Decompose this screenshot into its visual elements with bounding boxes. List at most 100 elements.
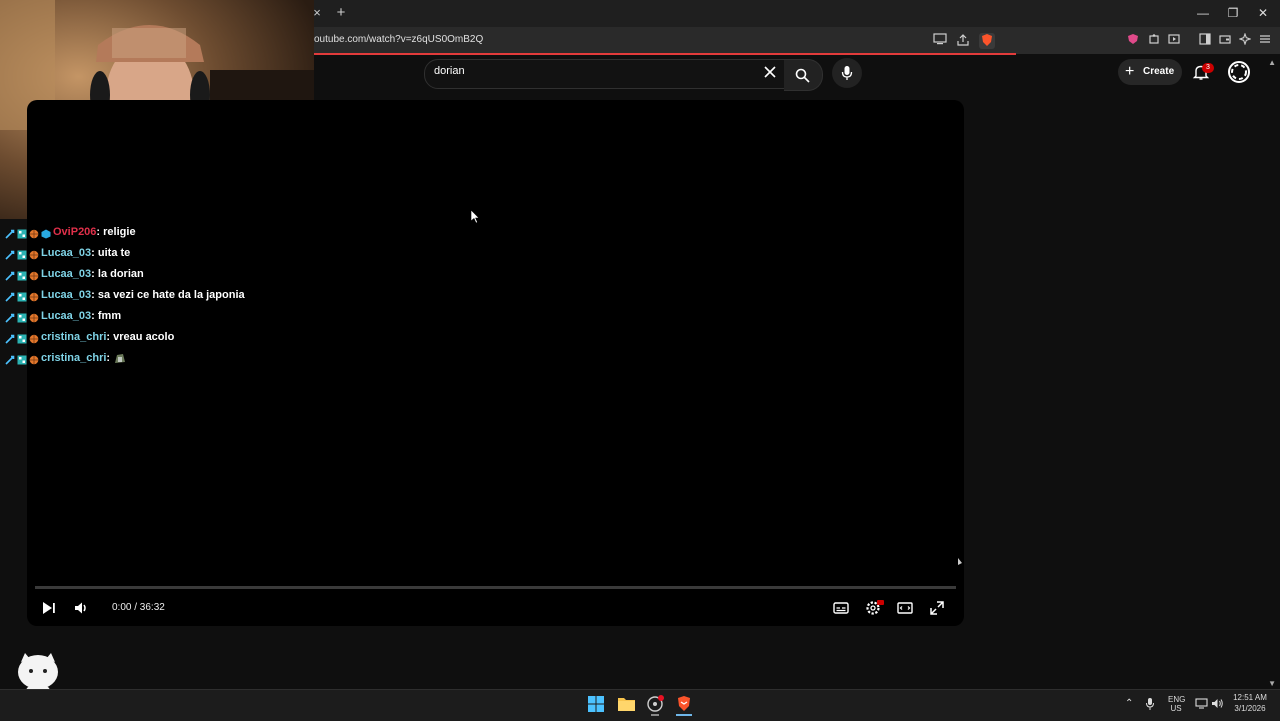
speaker-volume-icon[interactable] xyxy=(1211,697,1224,715)
video-player[interactable] xyxy=(27,100,964,626)
chat-separator: : xyxy=(91,289,98,301)
fullscreen-icon xyxy=(930,601,944,615)
chat-username: Lucaa_03 xyxy=(41,310,92,322)
subscriber-badge-icon xyxy=(17,290,27,302)
sidebar-icon[interactable] xyxy=(1197,33,1213,49)
media-icon[interactable] xyxy=(1166,33,1182,49)
microphone-icon xyxy=(841,66,853,80)
cube-badge-icon xyxy=(41,227,51,239)
subscriber-badge-icon xyxy=(17,353,27,365)
windows-taskbar xyxy=(0,689,1280,721)
chat-message: Lucaa_03: fmm xyxy=(5,307,121,325)
sword-badge-icon xyxy=(5,227,15,239)
wallet-icon[interactable] xyxy=(1217,33,1233,49)
theater-mode-icon xyxy=(897,602,913,614)
chat-message: cristina_chri: xyxy=(5,349,129,367)
scroll-up-icon[interactable]: ▲ xyxy=(1268,58,1276,67)
page-load-indicator xyxy=(314,53,1016,55)
microphone-in-use-icon[interactable] xyxy=(1145,697,1155,716)
network-icon[interactable] xyxy=(1195,697,1208,715)
chat-username: Lucaa_03 xyxy=(41,289,92,301)
clear-search-icon[interactable] xyxy=(762,64,778,80)
theater-mode-button[interactable] xyxy=(896,599,914,617)
subscriber-badge-icon xyxy=(17,332,27,344)
file-explorer-icon[interactable] xyxy=(618,696,635,716)
basketball-badge-icon xyxy=(29,248,39,260)
brave-shields-icon[interactable] xyxy=(979,33,995,49)
video-progress-bar[interactable] xyxy=(35,586,956,589)
sword-badge-icon xyxy=(5,311,15,323)
voice-search-button[interactable] xyxy=(832,58,862,88)
subtitles-button[interactable] xyxy=(832,599,850,617)
scroll-down-icon[interactable]: ▼ xyxy=(1268,679,1276,688)
chat-separator: : xyxy=(91,310,98,322)
chat-message-text: religie xyxy=(103,226,136,238)
close-window-button[interactable]: ✕ xyxy=(1252,4,1274,22)
search-box[interactable] xyxy=(424,59,786,89)
chat-username: OviP206 xyxy=(53,226,97,238)
sword-badge-icon xyxy=(5,290,15,302)
menu-icon[interactable] xyxy=(1257,33,1273,49)
basketball-badge-icon xyxy=(29,290,39,302)
play-button[interactable] xyxy=(39,599,57,617)
subtitles-icon xyxy=(833,602,849,614)
create-button[interactable]: + Create xyxy=(1118,59,1182,85)
leo-ai-icon[interactable] xyxy=(1237,32,1253,49)
url-field[interactable]: outube.com/watch?v=z6qUS0OmB2Q xyxy=(314,34,483,45)
volume-button[interactable] xyxy=(72,599,90,617)
extension-shield-icon[interactable] xyxy=(1125,33,1141,49)
sword-badge-icon xyxy=(5,353,15,365)
clock-time: 12:51 AM xyxy=(1233,693,1267,702)
extensions-puzzle-icon[interactable] xyxy=(1146,33,1162,49)
search-input[interactable]: dorian xyxy=(434,65,465,77)
fullscreen-button[interactable] xyxy=(928,599,946,617)
plus-icon: + xyxy=(1125,63,1135,80)
subscriber-badge-icon xyxy=(17,248,27,260)
basketball-badge-icon xyxy=(29,353,39,365)
notification-count-badge: 3 xyxy=(1202,63,1214,73)
restore-button[interactable]: ❐ xyxy=(1222,4,1244,22)
play-icon xyxy=(43,602,55,614)
minimize-button[interactable]: — xyxy=(1192,4,1214,22)
account-avatar[interactable] xyxy=(1228,61,1250,83)
chat-message: Lucaa_03: la dorian xyxy=(5,265,144,283)
search-icon xyxy=(795,68,810,83)
chat-username: Lucaa_03 xyxy=(41,268,92,280)
active-app-indicator xyxy=(676,714,692,716)
volume-icon xyxy=(75,602,86,614)
chat-message: Lucaa_03: uita te xyxy=(5,244,130,262)
new-tab-button[interactable]: + xyxy=(334,4,348,22)
chat-message: cristina_chri: vreau acolo xyxy=(5,328,174,346)
show-hidden-icons-chevron-icon[interactable]: ⌃ xyxy=(1125,698,1133,709)
chat-message: OviP206: religie xyxy=(5,223,136,241)
sword-badge-icon xyxy=(5,269,15,281)
running-app-indicator xyxy=(651,714,659,716)
chat-separator: : xyxy=(106,352,114,364)
settings-button[interactable] xyxy=(864,599,884,617)
chat-username: Lucaa_03 xyxy=(41,247,92,259)
start-windows-icon[interactable] xyxy=(588,696,604,717)
cast-icon[interactable] xyxy=(932,33,948,49)
clock[interactable]: 12:51 AM 3/1/2026 xyxy=(1230,693,1270,713)
chat-message-text: vreau acolo xyxy=(113,331,175,343)
input-language-indicator[interactable]: ENG US xyxy=(1168,695,1186,713)
chat-separator: : xyxy=(91,247,98,259)
basketball-badge-icon xyxy=(29,227,39,239)
language-code: ENG xyxy=(1168,695,1186,704)
subscriber-badge-icon xyxy=(17,269,27,281)
search-button[interactable] xyxy=(784,59,823,91)
share-icon[interactable] xyxy=(955,33,971,49)
chat-separator: : xyxy=(91,268,98,280)
basketball-badge-icon xyxy=(29,269,39,281)
chat-username: cristina_chri xyxy=(41,331,107,343)
chat-username: cristina_chri xyxy=(41,352,107,364)
basketball-badge-icon xyxy=(29,332,39,344)
sword-badge-icon xyxy=(5,332,15,344)
emote-icon xyxy=(113,351,127,365)
chat-message-text: sa vezi ce hate da la japonia xyxy=(97,289,245,301)
region-code: US xyxy=(1170,704,1182,713)
sword-badge-icon xyxy=(5,248,15,260)
video-time-display: 0:00 / 36:32 xyxy=(112,602,165,613)
chat-message-text: uita te xyxy=(97,247,131,259)
clock-date: 3/1/2026 xyxy=(1234,704,1266,713)
